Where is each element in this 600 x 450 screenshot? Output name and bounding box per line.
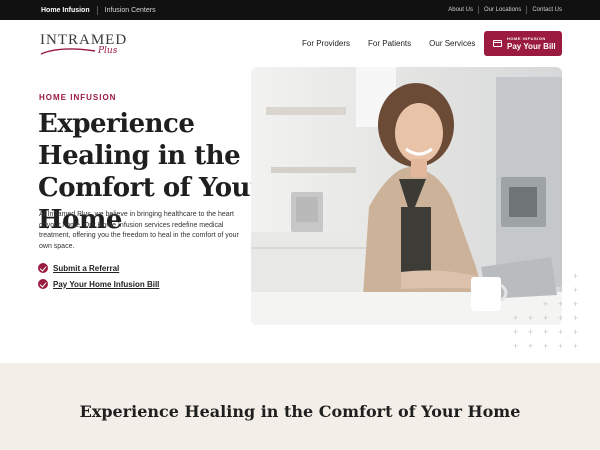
submit-referral-link[interactable]: Submit a Referral: [38, 262, 119, 274]
main-header: INTRAMED Plus For Providers For Patients…: [0, 20, 600, 66]
plus-icon: +: [573, 341, 579, 351]
divider: [477, 6, 479, 14]
plus-icon: +: [558, 327, 564, 337]
plus-icon: +: [558, 285, 564, 295]
plus-icon: +: [528, 313, 534, 323]
plus-icon: +: [543, 313, 549, 323]
plus-icon: +: [528, 341, 534, 351]
about-us-link[interactable]: About Us: [448, 7, 473, 13]
cta-label: Pay Your Home Infusion Bill: [53, 279, 160, 289]
pay-button-label: Pay Your Bill: [507, 42, 556, 51]
nav-for-patients[interactable]: For Patients: [368, 39, 411, 48]
intramed-plus-logo[interactable]: INTRAMED Plus: [40, 32, 130, 62]
cta-label: Submit a Referral: [53, 263, 120, 273]
nav-our-services[interactable]: Our Services: [429, 39, 475, 48]
plus-icon: +: [543, 299, 549, 309]
section-title: Experience Healing in the Comfort of You…: [79, 402, 521, 421]
utility-links: About Us Our Locations Contact Us: [448, 0, 562, 20]
primary-nav: For Providers For Patients Our Services: [302, 20, 493, 66]
check-circle-icon: [38, 279, 48, 289]
plus-icon: +: [573, 327, 579, 337]
plus-icon: +: [543, 341, 549, 351]
hero-description: At Intramed Plus, we believe in bringing…: [39, 211, 239, 250]
plus-icon: +: [543, 327, 549, 337]
hero-eyebrow: HOME INFUSION: [39, 93, 117, 102]
check-circle-icon: [38, 263, 48, 273]
tab-infusion-centers[interactable]: Infusion Centers: [105, 7, 156, 14]
plus-icon: +: [558, 299, 564, 309]
plus-icon: +: [558, 341, 564, 351]
plus-icon: +: [558, 313, 564, 323]
plus-icon: +: [513, 313, 519, 323]
tab-home-infusion[interactable]: Home Infusion: [41, 7, 90, 20]
plus-icon: +: [573, 299, 579, 309]
pay-button-eyebrow: HOME INFUSION: [507, 36, 546, 41]
plus-icon: +: [513, 341, 519, 351]
logo-plus-script: Plus: [98, 46, 118, 56]
utility-bar: Home Infusion Infusion Centers About Us …: [0, 0, 600, 20]
plus-icon: +: [573, 285, 579, 295]
contact-us-link[interactable]: Contact Us: [532, 7, 562, 13]
divider: [526, 6, 528, 14]
divider: [96, 5, 98, 15]
intro-section: Experience Healing in the Comfort of You…: [0, 363, 600, 450]
nav-for-providers[interactable]: For Providers: [302, 39, 350, 48]
pay-your-bill-button[interactable]: HOME INFUSION Pay Your Bill: [484, 31, 562, 56]
audience-switcher: Home Infusion Infusion Centers: [41, 0, 156, 20]
credit-card-icon: [493, 40, 502, 47]
plus-icon: +: [528, 327, 534, 337]
plus-icon: +: [573, 271, 579, 281]
pay-home-infusion-bill-link[interactable]: Pay Your Home Infusion Bill: [38, 278, 159, 290]
plus-pattern-decoration: + + + + + + + + + + + + + + + + + + + + …: [513, 271, 588, 356]
our-locations-link[interactable]: Our Locations: [484, 7, 521, 13]
plus-icon: +: [513, 327, 519, 337]
plus-icon: +: [573, 313, 579, 323]
active-caret-icon: [61, 15, 70, 20]
